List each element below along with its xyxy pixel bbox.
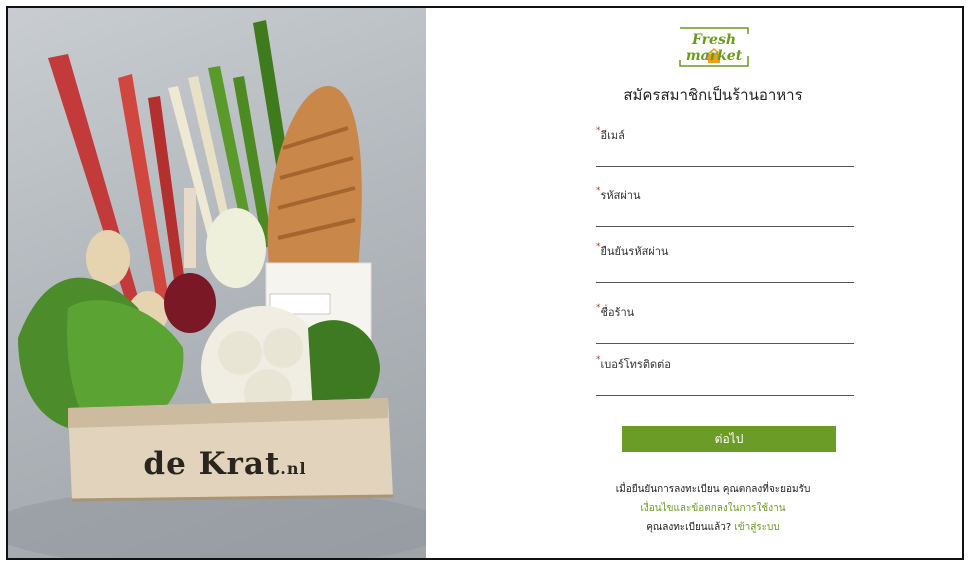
shop-name-label: *ชื่อร้าน — [596, 303, 634, 321]
phone-input[interactable] — [596, 373, 858, 395]
already-registered-text: คุณลงทะเบียนแล้ว? — [646, 522, 732, 533]
hero-photo: de Krat.nl — [8, 8, 426, 558]
confirm-password-field: *ยืนยันรหัสผ่าน — [596, 242, 858, 283]
next-button[interactable]: ต่อไป — [622, 426, 836, 452]
terms-link-line: เงื่อนไขและข้อตกลงในการใช้งาน — [588, 501, 838, 516]
terms-link[interactable]: เงื่อนไขและข้อตกลงในการใช้งาน — [640, 503, 785, 514]
email-label: *อีเมล์ — [596, 126, 625, 144]
login-link[interactable]: เข้าสู่ระบบ — [734, 522, 779, 533]
email-field: *อีเมล์ — [596, 126, 858, 167]
page-title: สมัครสมาชิกเป็นร้านอาหาร — [623, 86, 803, 104]
password-label: *รหัสผ่าน — [596, 186, 641, 204]
crate-brand-text: de Krat — [143, 446, 281, 482]
phone-field: *เบอร์โทรติดต่อ — [596, 355, 858, 396]
email-label-text: อีเมล์ — [600, 129, 625, 142]
fresh-market-logo: Fresh market — [674, 26, 754, 68]
logo-text: Fresh market — [685, 32, 743, 64]
password-field: *รหัสผ่าน — [596, 186, 858, 227]
confirm-password-input[interactable] — [596, 260, 858, 282]
registration-panel: Fresh market สมัครสมาชิกเป็นร้านอาหาร *อ… — [428, 8, 962, 558]
shop-name-input[interactable] — [596, 321, 858, 343]
confirm-password-label-text: ยืนยันรหัสผ่าน — [600, 245, 669, 258]
phone-label: *เบอร์โทรติดต่อ — [596, 355, 671, 373]
email-input[interactable] — [596, 144, 858, 166]
page-frame: de Krat.nl Fresh market สมัครสมาชิกเป็นร… — [6, 6, 964, 560]
crate-brand-label: de Krat.nl — [120, 446, 330, 482]
shop-name-label-text: ชื่อร้าน — [600, 306, 635, 319]
terms-notice: เมื่อยืนยันการลงทะเบียน คุณตกลงที่จะยอมร… — [615, 484, 811, 495]
password-label-text: รหัสผ่าน — [600, 189, 641, 202]
confirm-password-label: *ยืนยันรหัสผ่าน — [596, 242, 668, 260]
login-line: คุณลงทะเบียนแล้ว? เข้าสู่ระบบ — [588, 520, 838, 535]
crate-brand-suffix: .nl — [280, 459, 307, 478]
phone-label-text: เบอร์โทรติดต่อ — [600, 358, 671, 371]
password-input[interactable] — [596, 204, 858, 226]
shop-name-field: *ชื่อร้าน — [596, 303, 858, 344]
